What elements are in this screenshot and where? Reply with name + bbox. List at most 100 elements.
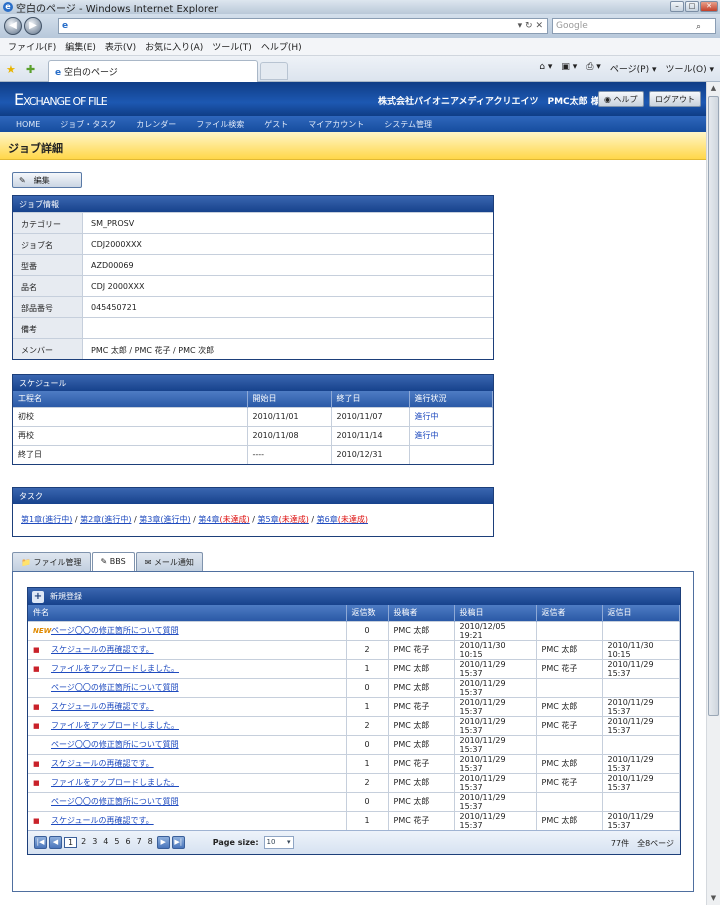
window-title: 空白のページ - Windows Internet Explorer bbox=[16, 3, 219, 15]
page-size-select[interactable]: 10 ▾ bbox=[263, 836, 294, 849]
page-number[interactable]: 7 bbox=[135, 837, 144, 848]
task-link[interactable]: 第1章(進行中) bbox=[21, 515, 72, 524]
task-link[interactable]: 第3章(進行中) bbox=[139, 515, 190, 524]
nav-calendar[interactable]: カレンダー bbox=[136, 119, 176, 130]
menu-tools[interactable]: ツール(T) bbox=[212, 40, 252, 53]
favorites-star-icon[interactable]: ★ bbox=[6, 63, 16, 76]
browser-tab[interactable]: e 空白のページ bbox=[48, 60, 258, 82]
bbs-subject-link[interactable]: ページ〇〇の修正箇所について質問 bbox=[51, 797, 179, 806]
app-logo[interactable]: EXCHANGE OF FILE bbox=[14, 90, 108, 109]
bbs-replier-cell bbox=[536, 791, 603, 811]
url-input[interactable]: e ▾ ↻ ✕ bbox=[58, 18, 548, 34]
new-tab-button[interactable] bbox=[260, 62, 288, 80]
task-separator: / bbox=[72, 515, 81, 524]
feeds-icon[interactable]: ▣ ▾ bbox=[561, 62, 577, 75]
bbs-subject-cell: ページ〇〇の修正箇所について質問 bbox=[28, 734, 347, 754]
bbs-posted-cell: 2010/11/29 15:37 bbox=[454, 696, 537, 716]
vertical-scrollbar[interactable]: ▲ ▼ bbox=[706, 82, 720, 905]
schedule-cell[interactable]: 進行中 bbox=[409, 425, 493, 445]
back-button[interactable]: ◀ bbox=[4, 17, 22, 35]
page-number[interactable]: 6 bbox=[123, 837, 132, 848]
minimize-button[interactable]: – bbox=[670, 1, 684, 12]
scroll-up-icon[interactable]: ▲ bbox=[707, 82, 720, 95]
next-page-button[interactable]: ▶ bbox=[156, 836, 170, 849]
bbs-subject-link[interactable]: スケジュールの再確認です。 bbox=[51, 645, 154, 654]
new-post-button[interactable]: + 新規登録 bbox=[28, 588, 680, 605]
tab-mail[interactable]: ✉ メール通知 bbox=[135, 552, 203, 571]
close-button[interactable]: ✕ bbox=[700, 1, 718, 12]
bbs-subject-cell: ■ スケジュールの再確認です。 bbox=[28, 753, 347, 773]
prev-page-button[interactable]: ◀ bbox=[49, 836, 62, 849]
add-favorites-icon[interactable]: ✚ bbox=[26, 63, 35, 76]
nav-file-search[interactable]: ファイル検索 bbox=[196, 119, 244, 130]
schedule-cell[interactable]: 進行中 bbox=[409, 406, 493, 426]
job-info-panel: ジョブ情報 カテゴリー SM_PROSV ジョブ名 CDJ2000XXX 型番 AZD00… bbox=[12, 195, 494, 360]
task-link[interactable]: 第4章(未達成) bbox=[198, 515, 249, 524]
schedule-cell: 2010/11/14 bbox=[331, 425, 410, 445]
menu-view[interactable]: 表示(V) bbox=[105, 40, 136, 53]
nav-my-account[interactable]: マイアカウント bbox=[308, 119, 364, 130]
bbs-posted-cell: 2010/11/29 15:37 bbox=[454, 791, 537, 811]
bbs-replier-cell: PMC 花子 bbox=[536, 772, 603, 792]
bbs-subject-link[interactable]: ファイルをアップロードしました。 bbox=[51, 778, 179, 787]
page-number[interactable]: 3 bbox=[90, 837, 99, 848]
bbs-subject-link[interactable]: ファイルをアップロードしました。 bbox=[51, 664, 179, 673]
tab-file-management[interactable]: 📁 ファイル管理 bbox=[12, 552, 91, 571]
page-number[interactable]: 2 bbox=[79, 837, 88, 848]
bbs-replied-cell bbox=[602, 620, 680, 640]
col-posted[interactable]: 投稿日 bbox=[454, 605, 537, 621]
tools-menu[interactable]: ツール(O) ▾ bbox=[666, 62, 715, 75]
bbs-subject-link[interactable]: スケジュールの再確認です。 bbox=[51, 816, 154, 825]
bbs-subject-link[interactable]: ページ〇〇の修正箇所について質問 bbox=[51, 683, 179, 692]
refresh-stop-icons[interactable]: ▾ ↻ ✕ bbox=[518, 19, 543, 33]
col-replies[interactable]: 返信数 bbox=[346, 605, 389, 621]
col-poster[interactable]: 投稿者 bbox=[388, 605, 455, 621]
menu-edit[interactable]: 編集(E) bbox=[65, 40, 96, 53]
main-nav: HOME ジョブ・タスク カレンダー ファイル検索 ゲスト マイアカウント シス… bbox=[0, 116, 706, 132]
page-menu[interactable]: ページ(P) ▾ bbox=[610, 62, 657, 75]
forward-button[interactable]: ▶ bbox=[24, 17, 42, 35]
maximize-button[interactable]: □ bbox=[685, 1, 699, 12]
task-link[interactable]: 第5章(未達成) bbox=[258, 515, 309, 524]
search-icon[interactable]: ⌕ bbox=[696, 20, 701, 34]
bbs-subject-link[interactable]: ファイルをアップロードしました。 bbox=[51, 721, 179, 730]
help-button[interactable]: ◉ ヘルプ bbox=[598, 91, 644, 107]
last-page-button[interactable]: ▶| bbox=[171, 836, 185, 849]
bbs-subject-link[interactable]: スケジュールの再確認です。 bbox=[51, 759, 154, 768]
menu-file[interactable]: ファイル(F) bbox=[8, 40, 56, 53]
scroll-thumb[interactable] bbox=[708, 96, 719, 716]
task-link[interactable]: 第6章(未達成) bbox=[317, 515, 368, 524]
logout-button[interactable]: ログアウト bbox=[649, 91, 701, 107]
print-icon[interactable]: ⎙ ▾ bbox=[586, 62, 601, 75]
scroll-down-icon[interactable]: ▼ bbox=[707, 892, 720, 905]
bbs-row: ■ スケジュールの再確認です。 1 PMC 花子 2010/11/29 15:37 PMC… bbox=[28, 696, 680, 716]
page-number[interactable]: 1 bbox=[64, 837, 78, 848]
menu-favorites[interactable]: お気に入り(A) bbox=[145, 40, 203, 53]
task-link[interactable]: 第2章(進行中) bbox=[80, 515, 131, 524]
bbs-subject-link[interactable]: ページ〇〇の修正箇所について質問 bbox=[51, 740, 179, 749]
page-number[interactable]: 4 bbox=[101, 837, 110, 848]
nav-guest[interactable]: ゲスト bbox=[264, 119, 288, 130]
bbs-replier-cell: PMC 花子 bbox=[536, 715, 603, 735]
nav-home[interactable]: HOME bbox=[16, 120, 40, 129]
task-separator: / bbox=[249, 515, 258, 524]
nav-jobs[interactable]: ジョブ・タスク bbox=[60, 119, 116, 130]
edit-button[interactable]: ✎ 編集 bbox=[12, 172, 82, 188]
menu-help[interactable]: ヘルプ(H) bbox=[261, 40, 302, 53]
bbs-replies-cell: 0 bbox=[346, 677, 389, 697]
page-number[interactable]: 8 bbox=[146, 837, 155, 848]
page-number[interactable]: 5 bbox=[112, 837, 121, 848]
tab-bbs[interactable]: ✎ BBS bbox=[91, 552, 135, 572]
bbs-subject-link[interactable]: スケジュールの再確認です。 bbox=[51, 702, 154, 711]
first-page-button[interactable]: |◀ bbox=[34, 836, 47, 849]
col-replier[interactable]: 返信者 bbox=[536, 605, 603, 621]
job-info-key: 部品番号 bbox=[13, 297, 83, 317]
bbs-table: 件名 返信数 投稿者 投稿日 返信者 返信日 NEWページ〇〇の修正箇所について… bbox=[28, 605, 680, 830]
search-input[interactable]: Google ⌕ bbox=[552, 18, 716, 34]
bbs-subject-link[interactable]: ページ〇〇の修正箇所について質問 bbox=[51, 626, 179, 635]
col-subject[interactable]: 件名 bbox=[28, 605, 347, 621]
nav-system[interactable]: システム管理 bbox=[384, 119, 432, 130]
plus-icon: + bbox=[32, 590, 44, 603]
home-icon[interactable]: ⌂ ▾ bbox=[539, 62, 552, 75]
col-replied[interactable]: 返信日 bbox=[602, 605, 680, 621]
